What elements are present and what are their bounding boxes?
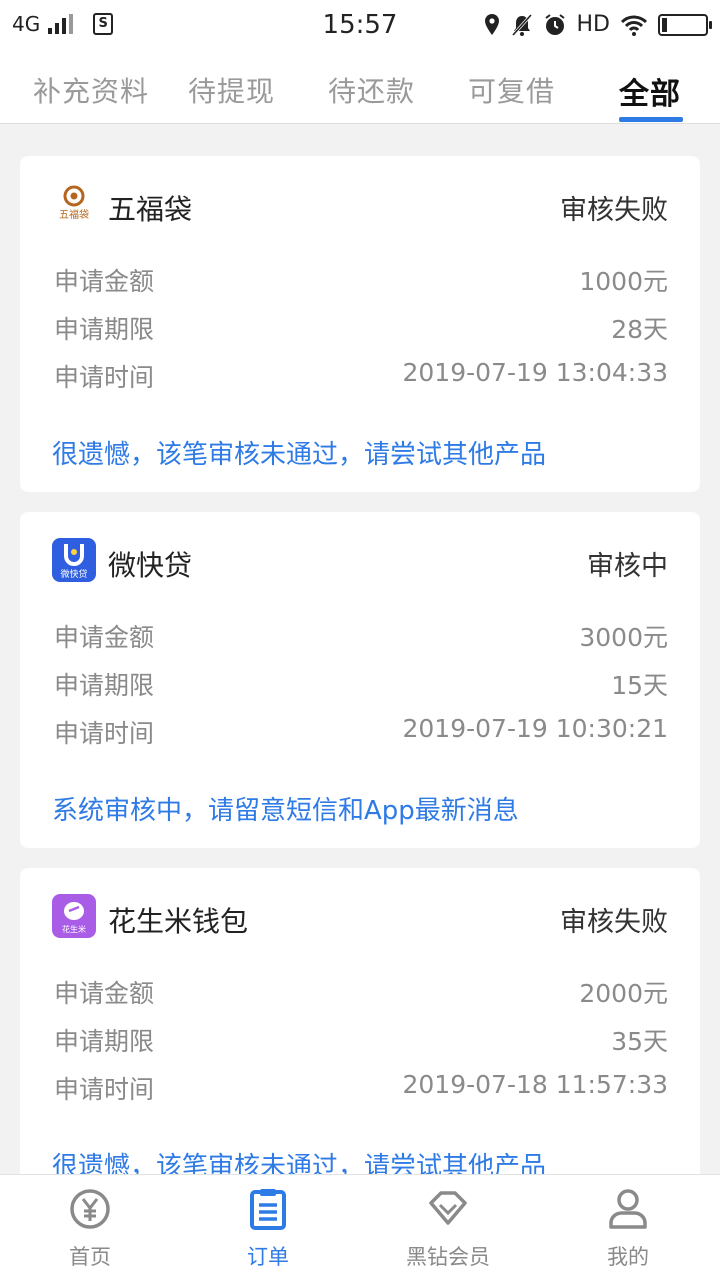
tab-reborrow[interactable]: 可复借 [468,70,555,110]
yen-icon [70,1189,110,1229]
amount-label: 申请金额 [54,267,155,296]
weikuaidai-logo-text: 微快贷 [60,568,87,580]
battery-icon [658,13,712,36]
time-value: 2019-07-19 13:04:33 [402,358,668,387]
location-icon [484,13,499,35]
term-label: 申请期限 [54,671,155,700]
weikuaidai-logo: 微快贷 [52,538,96,582]
order-filter-tabs: 补充资料 待提现 待还款 可复借 全部 [0,52,720,124]
order-card[interactable]: 花生米 花生米钱包 审核失败 申请金额 2000元 申请期限 35天 申请时间 … [20,868,700,1204]
term-label: 申请期限 [54,1027,155,1056]
nav-profile[interactable]: 我的 [538,1175,718,1280]
tab-supplement-info[interactable]: 补充资料 [33,70,149,110]
status-note: 系统审核中，请留意短信和App最新消息 [52,796,519,826]
mute-bell-icon [511,13,532,36]
huashengmi-logo-text: 花生米 [62,924,86,934]
wifi-icon [620,15,648,36]
wufudai-logo: 五福袋 [52,182,96,226]
status-badge: 审核失败 [560,907,668,938]
order-card[interactable]: 五福袋 五福袋 审核失败 申请金额 1000元 申请期限 28天 申请时间 20… [20,156,700,492]
nav-profile-label: 我的 [607,1245,649,1269]
diamond-icon [429,1191,467,1225]
time-value: 2019-07-19 10:30:21 [402,714,668,743]
hd-indicator: HD [576,12,610,37]
nav-black-diamond-label: 黑钻会员 [406,1245,490,1269]
time-value: 2019-07-18 11:57:33 [402,1070,668,1099]
user-icon [609,1189,647,1229]
product-name: 花生米钱包 [108,905,249,938]
amount-value: 3000元 [579,623,668,652]
order-list-icon [250,1189,286,1230]
alarm-icon [544,13,565,35]
product-name: 微快贷 [108,549,193,582]
nav-home[interactable]: 首页 [0,1175,180,1280]
amount-value: 2000元 [579,979,668,1008]
nav-home-label: 首页 [69,1245,111,1269]
active-tab-indicator [619,117,683,122]
term-value: 35天 [611,1027,668,1056]
bottom-navigation: 首页 订单 黑钻会员 我的 [0,1174,720,1280]
amount-value: 1000元 [579,267,668,296]
status-badge: 审核中 [587,551,668,582]
time-label: 申请时间 [54,719,155,748]
nav-orders[interactable]: 订单 [178,1175,358,1280]
order-card[interactable]: 微快贷 微快贷 审核中 申请金额 3000元 申请期限 15天 申请时间 201… [20,512,700,848]
tab-pending-withdrawal[interactable]: 待提现 [188,70,275,110]
amount-label: 申请金额 [54,979,155,1008]
wufudai-logo-text: 五福袋 [59,208,89,221]
status-right: HD [483,12,712,37]
huashengmi-logo: 花生米 [52,894,96,938]
status-bar: 4G S 15:57 HD [0,0,720,52]
product-name: 五福袋 [108,193,193,226]
time-label: 申请时间 [54,1075,155,1104]
term-value: 15天 [611,671,668,700]
term-value: 28天 [611,315,668,344]
nav-black-diamond[interactable]: 黑钻会员 [358,1175,538,1280]
nav-orders-label: 订单 [247,1245,289,1269]
time-label: 申请时间 [54,363,155,392]
term-label: 申请期限 [54,315,155,344]
tab-all[interactable]: 全部 [619,69,681,113]
amount-label: 申请金额 [54,623,155,652]
tab-pending-repayment[interactable]: 待还款 [328,70,415,110]
status-badge: 审核失败 [560,195,668,226]
status-note: 很遗憾，该笔审核未通过，请尝试其他产品 [52,440,547,470]
